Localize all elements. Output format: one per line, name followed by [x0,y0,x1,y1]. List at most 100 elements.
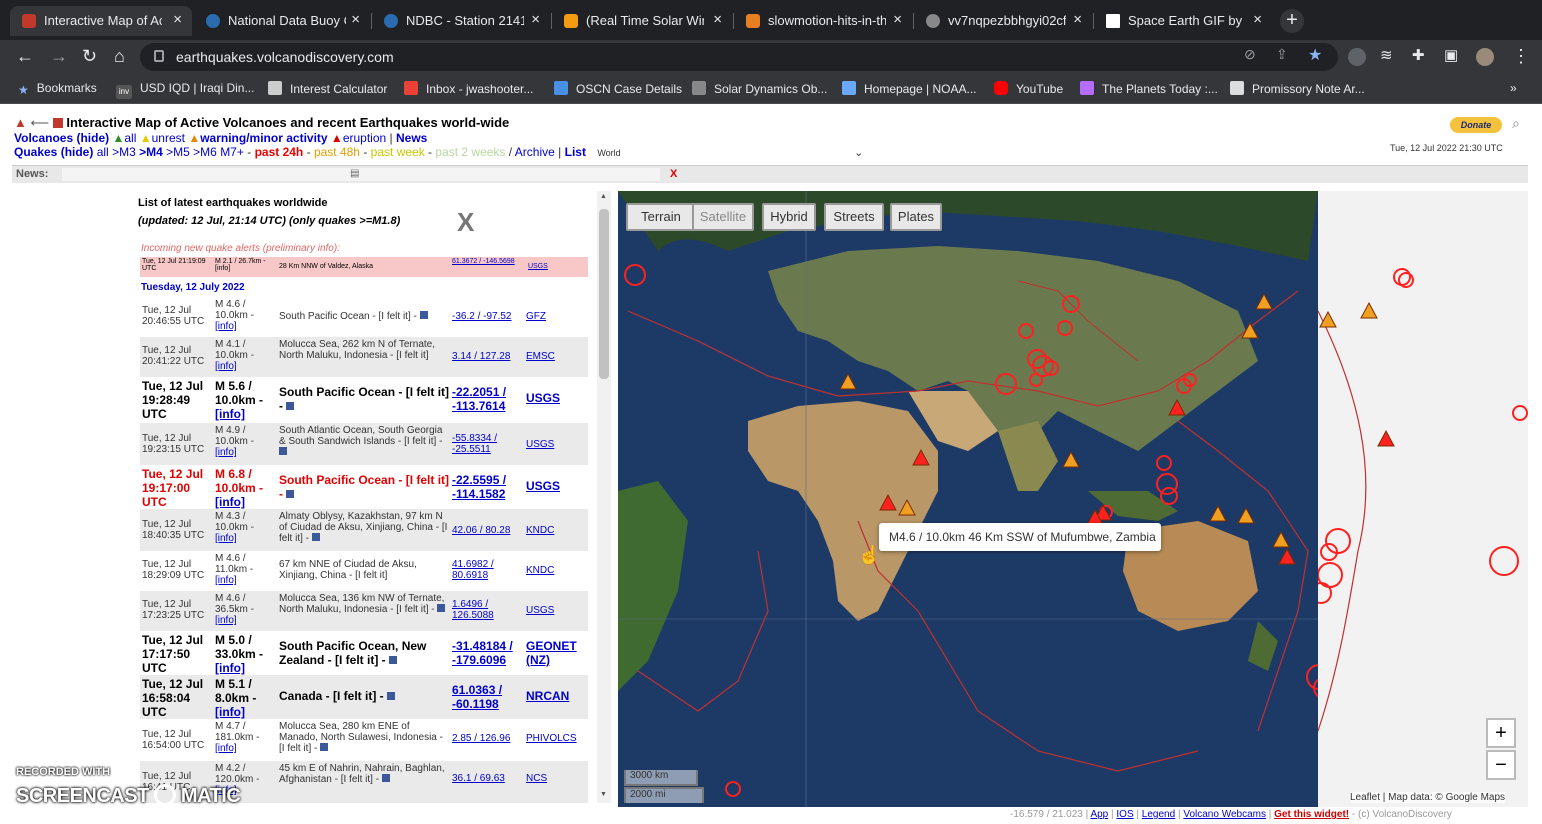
avatar[interactable] [1476,48,1494,66]
table-row[interactable]: Tue, 12 Jul 19:17:00 UTC M 6.8 / 10.0km … [140,465,588,509]
quake-m5-link[interactable]: >M5 [166,145,190,159]
bookmark-oscn[interactable]: OSCN Case Details [554,81,682,96]
alert-row[interactable]: Tue, 12 Jul 21:19:09 UTC M 2.1 / 26.7km … [140,257,588,277]
quakes-hide-link[interactable]: Quakes (hide) [14,145,93,159]
news-icon[interactable]: ▤ [350,168,359,179]
tracking-off-icon[interactable]: ⊘ [1244,46,1256,63]
facebook-icon[interactable] [437,604,446,612]
volcanoes-hide-link[interactable]: Volcanoes (hide) [14,131,109,145]
zoom-out-button[interactable]: − [1486,750,1516,780]
region-select[interactable]: World ⌄ [597,147,863,159]
reload-icon[interactable]: ↻ [82,46,97,67]
facebook-icon[interactable] [286,490,295,498]
donate-button[interactable]: Donate [1450,117,1502,133]
quake-m4-link[interactable]: >M4 [139,145,163,159]
facebook-icon[interactable] [320,743,329,751]
volcano-webcams-link[interactable]: Volcano Webcams [1183,809,1266,820]
archive-link[interactable]: Archive [515,145,555,159]
bookmark-promissory-note[interactable]: Promissory Note Ar... [1230,81,1365,96]
world-map[interactable]: Terrain Satellite Hybrid Streets Plates [618,191,1318,807]
info-link[interactable]: [info] [215,407,245,421]
facebook-icon[interactable] [419,311,428,319]
table-row[interactable]: Tue, 12 Jul 17:23:25 UTC M 4.6 / 36.5km … [140,591,588,631]
info-link[interactable]: [info] [215,661,245,675]
quake-marker[interactable] [1489,546,1519,576]
volcano-unrest-link[interactable]: unrest [152,131,185,145]
info-link[interactable]: [info] [215,361,237,372]
past-2-weeks-link[interactable]: past 2 weeks [435,145,505,159]
facebook-icon[interactable] [286,402,295,410]
list-scrollbar[interactable]: ▲ ▼ [597,191,611,803]
sidebar-icon[interactable]: ▣ [1444,46,1458,64]
extension-icon[interactable] [1348,48,1366,66]
facebook-icon[interactable] [387,692,396,700]
bookmarks-button[interactable]: ★ Bookmarks [18,81,97,97]
volcano-warning-link[interactable]: warning/minor activity [200,131,327,145]
past-24h-link[interactable]: past 24h [255,145,304,159]
info-link[interactable]: [info] [215,447,237,458]
table-row[interactable]: Tue, 12 Jul 16:58:04 UTC M 5.1 / 8.0km -… [140,675,588,719]
volcano-all-link[interactable]: all [124,131,136,145]
bookmark-interest-calculator[interactable]: Interest Calculator [268,81,387,96]
bookmark-usd-iqd[interactable]: inv USD IQD | Iraqi Din... [116,81,254,99]
terrain-button[interactable]: Terrain [626,203,696,231]
close-tab-icon[interactable]: × [531,11,540,28]
lock-icon[interactable] [154,50,164,62]
map-attribution[interactable]: Leaflet | Map data: © Google Maps [1350,792,1506,803]
news-close-button[interactable]: X [670,168,677,180]
tab-national-data-buoy[interactable]: National Data Buoy C × [194,6,370,36]
back-link-icon[interactable]: ⟵ [31,115,50,130]
kebab-menu-icon[interactable]: ⋮ [1512,46,1530,67]
quake-all-link[interactable]: all [97,145,109,159]
bookmark-solar-dynamics[interactable]: Solar Dynamics Ob... [692,81,827,96]
close-tab-icon[interactable]: × [351,11,360,28]
bookmark-star-icon[interactable]: ★ [1308,45,1322,65]
scroll-thumb[interactable] [599,209,609,379]
new-tab-button[interactable]: + [1280,9,1304,33]
get-widget-link[interactable]: Get this widget! [1274,809,1349,820]
info-link[interactable]: [info] [215,495,245,509]
close-tab-icon[interactable]: × [1073,11,1082,28]
share-icon[interactable]: ⇪ [1276,46,1288,63]
url-text[interactable]: earthquakes.volcanodiscovery.com [176,49,394,65]
facebook-icon[interactable] [311,533,320,541]
info-link[interactable]: [info] [215,321,237,332]
back-arrow-icon[interactable]: ← [16,46,34,67]
scroll-down-icon[interactable]: ▼ [600,791,607,798]
info-link[interactable]: [info] [215,615,237,626]
close-tab-icon[interactable]: × [893,11,902,28]
bookmark-inbox[interactable]: Inbox - jwashooter... [404,81,533,96]
list-close-button[interactable]: X [457,207,474,238]
close-tab-icon[interactable]: × [713,11,722,28]
hybrid-button[interactable]: Hybrid [762,203,816,231]
table-row[interactable]: Tue, 12 Jul 19:23:15 UTC M 4.9 / 10.0km … [140,423,588,465]
volcano-markers-right[interactable] [1319,301,1395,447]
zoom-in-button[interactable]: + [1486,718,1516,748]
streets-button[interactable]: Streets [824,203,884,231]
quake-marker[interactable] [1393,268,1411,286]
quake-marker[interactable] [1325,528,1351,554]
table-row[interactable]: Tue, 12 Jul 20:46:55 UTC M 4.6 / 10.0km … [140,297,588,337]
quake-marker[interactable] [1512,405,1528,421]
news-link[interactable]: News [396,131,427,145]
quake-m6-link[interactable]: >M6 [193,145,217,159]
facebook-icon[interactable] [381,774,390,782]
ios-link[interactable]: IOS [1116,809,1133,820]
forward-arrow-icon[interactable]: → [50,46,68,67]
list-link[interactable]: List [565,145,586,159]
tab-ndbc-station[interactable]: NDBC - Station 21414 × [372,6,550,36]
wallet-extension-icon[interactable]: ≋ [1380,46,1393,64]
volcano-marker[interactable] [1377,429,1395,447]
info-link[interactable]: [info] [215,705,245,719]
tab-interactive-map[interactable]: Interactive Map of Ac × [10,6,192,36]
past-week-link[interactable]: past week [371,145,425,159]
info-link[interactable]: [info] [215,533,237,544]
zoom-search-icon[interactable]: ⌕ [1512,115,1520,132]
facebook-icon[interactable] [389,656,398,664]
close-tab-icon[interactable]: × [173,11,182,28]
past-48h-link[interactable]: past 48h [314,145,360,159]
table-row[interactable]: Tue, 12 Jul 18:40:35 UTC M 4.3 / 10.0km … [140,509,588,551]
address-bar[interactable]: earthquakes.volcanodiscovery.com ⊘ ⇪ ★ [140,43,1338,71]
puzzle-icon[interactable]: ✚ [1412,46,1425,64]
scroll-up-icon[interactable]: ▲ [600,193,607,200]
